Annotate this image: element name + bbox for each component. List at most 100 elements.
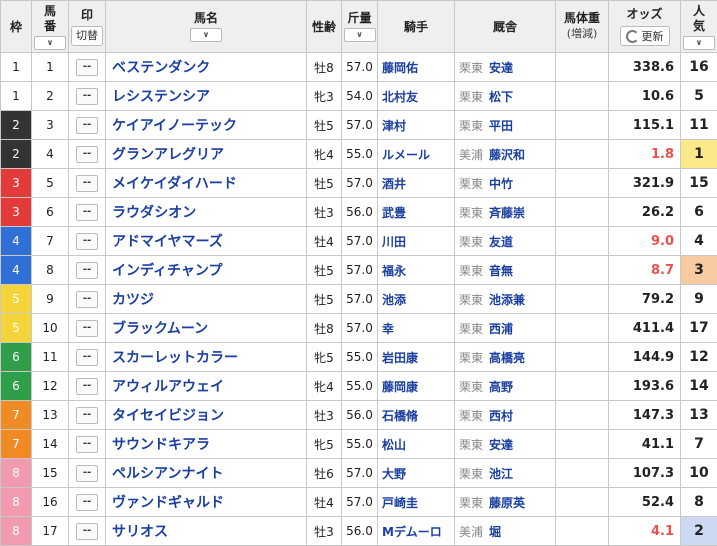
jockey-cell: ルメール <box>377 139 455 169</box>
mark-switch-button[interactable]: 切替 <box>71 25 103 46</box>
horse-name-link[interactable]: ケイアイノーテック <box>112 118 237 134</box>
horse-name-link[interactable]: インディチャンプ <box>112 263 222 279</box>
odds-cell: 115.1 <box>608 110 681 140</box>
horse-name-link[interactable]: メイケイダイハード <box>112 176 237 192</box>
jockey-link[interactable]: Mデムーロ <box>382 525 442 539</box>
jockey-link[interactable]: 池添 <box>382 293 406 307</box>
chevron-down-icon[interactable]: ∨ <box>343 28 376 42</box>
mark-cell: -- <box>68 139 106 169</box>
jockey-link[interactable]: 福永 <box>382 264 406 278</box>
trainer-link[interactable]: 松下 <box>489 90 513 104</box>
chevron-down-icon[interactable]: ∨ <box>683 35 715 50</box>
mark-button[interactable]: -- <box>76 262 98 279</box>
horse-name-link[interactable]: ペルシアンナイト <box>112 466 223 482</box>
mark-button[interactable]: -- <box>76 320 98 337</box>
jockey-link[interactable]: 酒井 <box>382 177 406 191</box>
jockey-link[interactable]: 北村友 <box>382 90 418 104</box>
jockey-link[interactable]: 藤岡佑 <box>382 61 418 75</box>
horse-name-link[interactable]: サリオス <box>112 524 168 540</box>
horse-name-link[interactable]: ベステンダンク <box>112 60 210 76</box>
header-pop[interactable]: 人 気 ∨ <box>680 0 717 53</box>
sex-age-cell: 牝4 <box>306 371 342 401</box>
jockey-link[interactable]: 戸崎圭 <box>382 496 418 510</box>
horse-name-link[interactable]: ラウダシオン <box>112 205 196 221</box>
mark-button[interactable]: -- <box>76 88 98 105</box>
horse-name-link[interactable]: レシステンシア <box>112 89 210 105</box>
trainer-link[interactable]: 高橋亮 <box>489 351 525 365</box>
trainer-link[interactable]: 平田 <box>489 119 513 133</box>
stable-cell: 栗東 音無 <box>454 255 556 285</box>
trainer-link[interactable]: 高野 <box>489 380 513 394</box>
jockey-link[interactable]: 石橋脩 <box>382 409 418 423</box>
horse-name-link[interactable]: カツジ <box>112 292 154 308</box>
trainer-link[interactable]: 安達 <box>489 61 513 75</box>
jockey-cell: 幸 <box>377 313 455 343</box>
jockey-link[interactable]: 松山 <box>382 438 406 452</box>
trainer-link[interactable]: 安達 <box>489 438 513 452</box>
region-label: 栗東 <box>459 350 484 365</box>
horse-name-link[interactable]: グランアレグリア <box>112 147 224 163</box>
horse-name-link[interactable]: アウィルアウェイ <box>112 379 224 395</box>
header-name[interactable]: 馬名 ∨ <box>105 0 307 53</box>
odds-cell: 193.6 <box>608 371 681 401</box>
bodyweight-cell <box>555 226 609 256</box>
horse-name-link[interactable]: タイセイビジョン <box>112 408 224 424</box>
jockey-link[interactable]: 藤岡康 <box>382 380 418 394</box>
header-umaban[interactable]: 馬 番 ∨ <box>31 0 69 53</box>
trainer-link[interactable]: 西浦 <box>489 322 513 336</box>
bodyweight-cell <box>555 429 609 459</box>
mark-button[interactable]: -- <box>76 523 98 540</box>
sex-age-cell: 牡3 <box>306 516 342 546</box>
trainer-link[interactable]: 西村 <box>489 409 513 423</box>
trainer-link[interactable]: 池添兼 <box>489 293 525 307</box>
trainer-link[interactable]: 友道 <box>489 235 513 249</box>
stable-cell: 栗東 西浦 <box>454 313 556 343</box>
jockey-cell: 津村 <box>377 110 455 140</box>
chevron-down-icon[interactable]: ∨ <box>34 35 66 50</box>
mark-button[interactable]: -- <box>76 117 98 134</box>
mark-button[interactable]: -- <box>76 349 98 366</box>
trainer-link[interactable]: 堀 <box>489 525 501 539</box>
table-row: 8 15 -- ペルシアンナイト 牡6 57.0 大野 栗東 池江 107.3 10 <box>0 458 717 488</box>
mark-button[interactable]: -- <box>76 175 98 192</box>
trainer-link[interactable]: 音無 <box>489 264 513 278</box>
sex-age-cell: 牡3 <box>306 400 342 430</box>
jockey-link[interactable]: 大野 <box>382 467 406 481</box>
jockey-link[interactable]: ルメール <box>382 148 430 162</box>
bodyweight-cell <box>555 110 609 140</box>
trainer-link[interactable]: 中竹 <box>489 177 513 191</box>
chevron-down-icon[interactable]: ∨ <box>190 28 222 42</box>
mark-button[interactable]: -- <box>76 146 98 163</box>
mark-button[interactable]: -- <box>76 494 98 511</box>
refresh-button[interactable]: 更新 <box>619 26 670 46</box>
mark-button[interactable]: -- <box>76 59 98 76</box>
jockey-link[interactable]: 武豊 <box>382 206 406 220</box>
horse-name-link[interactable]: サウンドキアラ <box>112 437 210 453</box>
region-label: 栗東 <box>459 321 484 336</box>
header-weight[interactable]: 斤量 ∨ <box>341 0 378 53</box>
mark-button[interactable]: -- <box>76 233 98 250</box>
horse-name-link[interactable]: ヴァンドギャルド <box>112 495 224 511</box>
mark-button[interactable]: -- <box>76 465 98 482</box>
jockey-link[interactable]: 岩田康 <box>382 351 418 365</box>
jockey-link[interactable]: 川田 <box>382 235 406 249</box>
horse-name-link[interactable]: アドマイヤマーズ <box>112 234 223 250</box>
trainer-link[interactable]: 斉藤崇 <box>489 206 525 220</box>
table-row: 8 16 -- ヴァンドギャルド 牡4 57.0 戸崎圭 栗東 藤原英 52.4 8 <box>0 487 717 517</box>
mark-button[interactable]: -- <box>76 291 98 308</box>
horse-name-link[interactable]: スカーレットカラー <box>112 350 238 366</box>
jockey-link[interactable]: 幸 <box>382 322 394 336</box>
jockey-link[interactable]: 津村 <box>382 119 406 133</box>
trainer-link[interactable]: 藤原英 <box>489 496 525 510</box>
trainer-link[interactable]: 池江 <box>489 467 513 481</box>
mark-button[interactable]: -- <box>76 436 98 453</box>
stable-cell: 美浦堀 <box>454 516 556 546</box>
mark-button[interactable]: -- <box>76 204 98 221</box>
trainer-link[interactable]: 藤沢和 <box>489 148 525 162</box>
mark-button[interactable]: -- <box>76 378 98 395</box>
stable-cell: 栗東 高橋亮 <box>454 342 556 372</box>
horse-name-cell: メイケイダイハード <box>105 168 307 198</box>
waku-cell: 8 <box>0 516 32 546</box>
mark-button[interactable]: -- <box>76 407 98 424</box>
horse-name-link[interactable]: ブラックムーン <box>112 321 208 337</box>
